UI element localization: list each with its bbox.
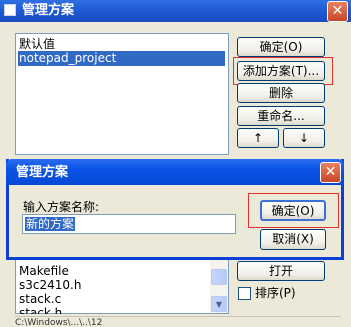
move-down-button[interactable]: ↓ [283,128,325,148]
scheme-name-input[interactable]: 新的方案 [22,214,236,234]
scheme-list-item-selected[interactable]: notepad_project [18,51,225,66]
sort-checkbox[interactable] [238,287,251,300]
ok-button[interactable]: 确定(O) [237,37,325,57]
bottom-path-fragment: C:\Windows\...\..\12 [15,316,341,327]
dialog-ok-button[interactable]: 确定(O) [260,200,326,221]
rename-button[interactable]: 重命名... [237,106,325,126]
file-list-item[interactable]: stack.c [18,292,61,307]
delete-button[interactable]: 删除 [237,83,325,103]
window-close-button[interactable]: ✕ [327,1,348,22]
dialog-title: 管理方案 [16,165,69,180]
file-list-item[interactable]: s3c2410.h [18,278,81,293]
scheme-name-input-value: 新的方案 [25,217,76,231]
scheme-list-item[interactable]: 默认值 [18,37,55,52]
file-list-item[interactable]: Makefile [18,264,69,279]
file-list[interactable]: Makefile s3c2410.h stack.c stack.h ▼ [15,258,229,314]
dialog-close-button[interactable]: ✕ [320,162,341,183]
scroll-thumb[interactable] [211,269,227,285]
scheme-list[interactable]: 默认值 notepad_project [15,33,229,155]
move-up-button[interactable]: ↑ [237,128,279,148]
scroll-down-icon[interactable]: ▼ [211,296,227,312]
add-scheme-button[interactable]: 添加方案(T)... [237,61,325,81]
open-button[interactable]: 打开 [237,261,325,281]
window-app-icon [4,4,16,16]
dialog-cancel-button[interactable]: 取消(X) [260,229,326,250]
file-list-item[interactable]: stack.h [18,306,62,314]
window-title: 管理方案 [22,3,75,18]
sort-label: 排序(P) [255,286,296,300]
scheme-name-label: 输入方案名称: [23,200,100,214]
